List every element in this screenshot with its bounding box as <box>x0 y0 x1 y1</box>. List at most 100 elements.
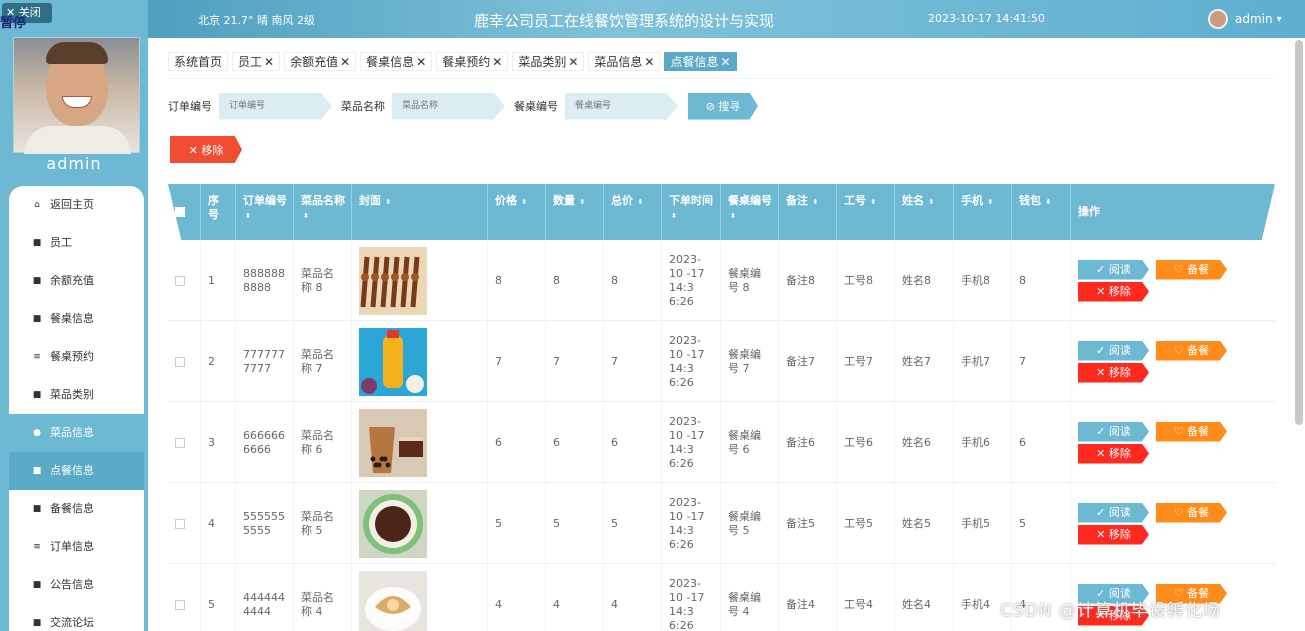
column-header[interactable]: 下单时间 ⬍ <box>662 184 721 240</box>
column-label: 数量 <box>553 194 575 207</box>
sidebar-item-5[interactable]: ■ 菜品类别 <box>9 376 144 414</box>
cell-wallet: 8 <box>1012 240 1071 321</box>
order-search-input[interactable] <box>219 92 332 120</box>
sort-icon[interactable]: ⬍ <box>519 198 527 206</box>
row-checkbox[interactable] <box>175 437 185 448</box>
delete-button[interactable]: ✕ 移除 <box>1078 281 1149 302</box>
sidebar-username: admin <box>46 154 102 173</box>
sidebar-item-label: 公告信息 <box>50 578 94 591</box>
row-select-cell[interactable] <box>168 564 201 631</box>
row-checkbox[interactable] <box>175 518 185 529</box>
bulk-remove-button[interactable]: ✕ 移除 <box>170 136 242 163</box>
close-icon: ✕ <box>188 143 198 157</box>
prep-button[interactable]: ♡ 备餐 <box>1156 421 1227 442</box>
sidebar-item-3[interactable]: ■ 餐桌信息 <box>9 300 144 338</box>
cell-price: 5 <box>488 483 546 564</box>
sidebar-item-8[interactable]: ■ 备餐信息 <box>9 490 144 528</box>
sidebar-item-label: 餐桌预约 <box>50 350 94 363</box>
read-button[interactable]: ✓ 阅读 <box>1078 259 1149 280</box>
prep-button[interactable]: ♡ 备餐 <box>1156 502 1227 523</box>
sort-icon[interactable]: ⬍ <box>810 198 818 206</box>
read-button[interactable]: ✓ 阅读 <box>1078 340 1149 361</box>
sidebar-item-7[interactable]: ■ 点餐信息 <box>9 452 144 490</box>
cell-qty: 7 <box>546 321 604 402</box>
sort-icon[interactable]: ⬍ <box>926 198 934 206</box>
sidebar-item-4[interactable]: ≡ 餐桌预约 <box>9 338 144 376</box>
user-menu[interactable]: admin ▾ <box>1208 9 1282 29</box>
header-select-all[interactable] <box>168 184 201 240</box>
sidebar-item-0[interactable]: ⌂ 返回主页 <box>9 186 144 224</box>
column-label: 价格 <box>495 194 517 207</box>
sidebar-item-10[interactable]: ■ 公告信息 <box>9 566 144 604</box>
tab-5[interactable]: 菜品类别 ✕ <box>512 52 585 71</box>
close-icon[interactable]: ✕ <box>644 55 654 69</box>
sidebar-item-label: 订单信息 <box>50 540 94 553</box>
delete-button[interactable]: ✕ 移除 <box>1078 362 1149 383</box>
close-icon[interactable]: ✕ <box>568 55 578 69</box>
tab-1[interactable]: 员工 ✕ <box>232 52 281 71</box>
sidebar-item-6[interactable]: ● 菜品信息 <box>9 414 144 452</box>
tab-6[interactable]: 菜品信息 ✕ <box>588 52 661 71</box>
delete-button[interactable]: ✕ 移除 <box>1078 443 1149 464</box>
column-header[interactable]: 订单编号 ⬍ <box>236 184 294 240</box>
sort-icon[interactable]: ⬍ <box>383 198 391 206</box>
tab-4[interactable]: 餐桌预约 ✕ <box>436 52 509 71</box>
column-header[interactable]: 钱包 ⬍ <box>1012 184 1071 240</box>
cell-text: 手机8 <box>961 273 990 287</box>
sidebar-item-11[interactable]: ■ 交流论坛 <box>9 604 144 631</box>
cell-qty: 5 <box>546 483 604 564</box>
sort-icon[interactable]: ⬍ <box>868 198 876 206</box>
sort-icon[interactable]: ⬍ <box>985 198 993 206</box>
sidebar-item-1[interactable]: ■ 员工 <box>9 224 144 262</box>
sort-icon[interactable]: ⬍ <box>245 212 251 220</box>
read-button[interactable]: ✓ 阅读 <box>1078 502 1149 523</box>
tab-7[interactable]: 点餐信息 ✕ <box>664 52 737 71</box>
search-button[interactable]: ⊘ 搜寻 <box>688 92 758 120</box>
prep-button[interactable]: ♡ 备餐 <box>1156 340 1227 361</box>
prep-button[interactable]: ♡ 备餐 <box>1156 259 1227 280</box>
column-header[interactable]: 备注 ⬍ <box>779 184 837 240</box>
row-select-cell[interactable] <box>168 402 201 483</box>
row-select-cell[interactable] <box>168 321 201 402</box>
column-header[interactable]: 价格 ⬍ <box>488 184 546 240</box>
sort-icon[interactable]: ⬍ <box>671 212 677 220</box>
sort-icon[interactable]: ⬍ <box>303 212 309 220</box>
sort-icon[interactable]: ⬍ <box>730 212 736 220</box>
column-header[interactable]: 餐桌编号 ⬍ <box>721 184 779 240</box>
sort-icon[interactable]: ⬍ <box>577 198 585 206</box>
column-header[interactable]: 手机 ⬍ <box>954 184 1012 240</box>
close-icon[interactable]: ✕ <box>416 55 426 69</box>
column-header[interactable]: 封面 ⬍ <box>352 184 488 240</box>
read-button[interactable]: ✓ 阅读 <box>1078 421 1149 442</box>
close-icon[interactable]: ✕ <box>492 55 502 69</box>
column-header[interactable]: 姓名 ⬍ <box>895 184 954 240</box>
column-header[interactable]: 总价 ⬍ <box>604 184 662 240</box>
tab-0[interactable]: 系统首页 <box>168 52 229 71</box>
column-header[interactable]: 菜品名称 ⬍ <box>294 184 352 240</box>
row-checkbox[interactable] <box>175 599 185 610</box>
close-icon[interactable]: ✕ <box>340 55 350 69</box>
tab-3[interactable]: 餐桌信息 ✕ <box>360 52 433 71</box>
select-all-checkbox[interactable] <box>175 207 185 217</box>
delete-button[interactable]: ✕ 移除 <box>1078 524 1149 545</box>
column-header[interactable]: 数量 ⬍ <box>546 184 604 240</box>
cell-table: 餐桌编号 4 <box>721 564 779 631</box>
sort-icon[interactable]: ⬍ <box>635 198 643 206</box>
column-header[interactable]: 工号 ⬍ <box>837 184 895 240</box>
scrollbar[interactable] <box>1295 40 1303 425</box>
sidebar-item-9[interactable]: ≡ 订单信息 <box>9 528 144 566</box>
close-icon[interactable]: ✕ <box>721 55 731 69</box>
tab-2[interactable]: 余额充值 ✕ <box>284 52 357 71</box>
table-search-input[interactable] <box>565 92 678 120</box>
sort-icon[interactable]: ⬍ <box>1043 198 1051 206</box>
dish-search-input[interactable] <box>392 92 505 120</box>
cell-text: 6 <box>1019 435 1026 449</box>
cell-text: 2 <box>208 354 215 368</box>
row-checkbox[interactable] <box>175 275 185 286</box>
sidebar-item-2[interactable]: ■ 余额充值 <box>9 262 144 300</box>
row-checkbox[interactable] <box>175 356 185 367</box>
row-select-cell[interactable] <box>168 240 201 321</box>
menu-icon: ■ <box>32 466 42 476</box>
row-select-cell[interactable] <box>168 483 201 564</box>
close-icon[interactable]: ✕ <box>264 55 274 69</box>
